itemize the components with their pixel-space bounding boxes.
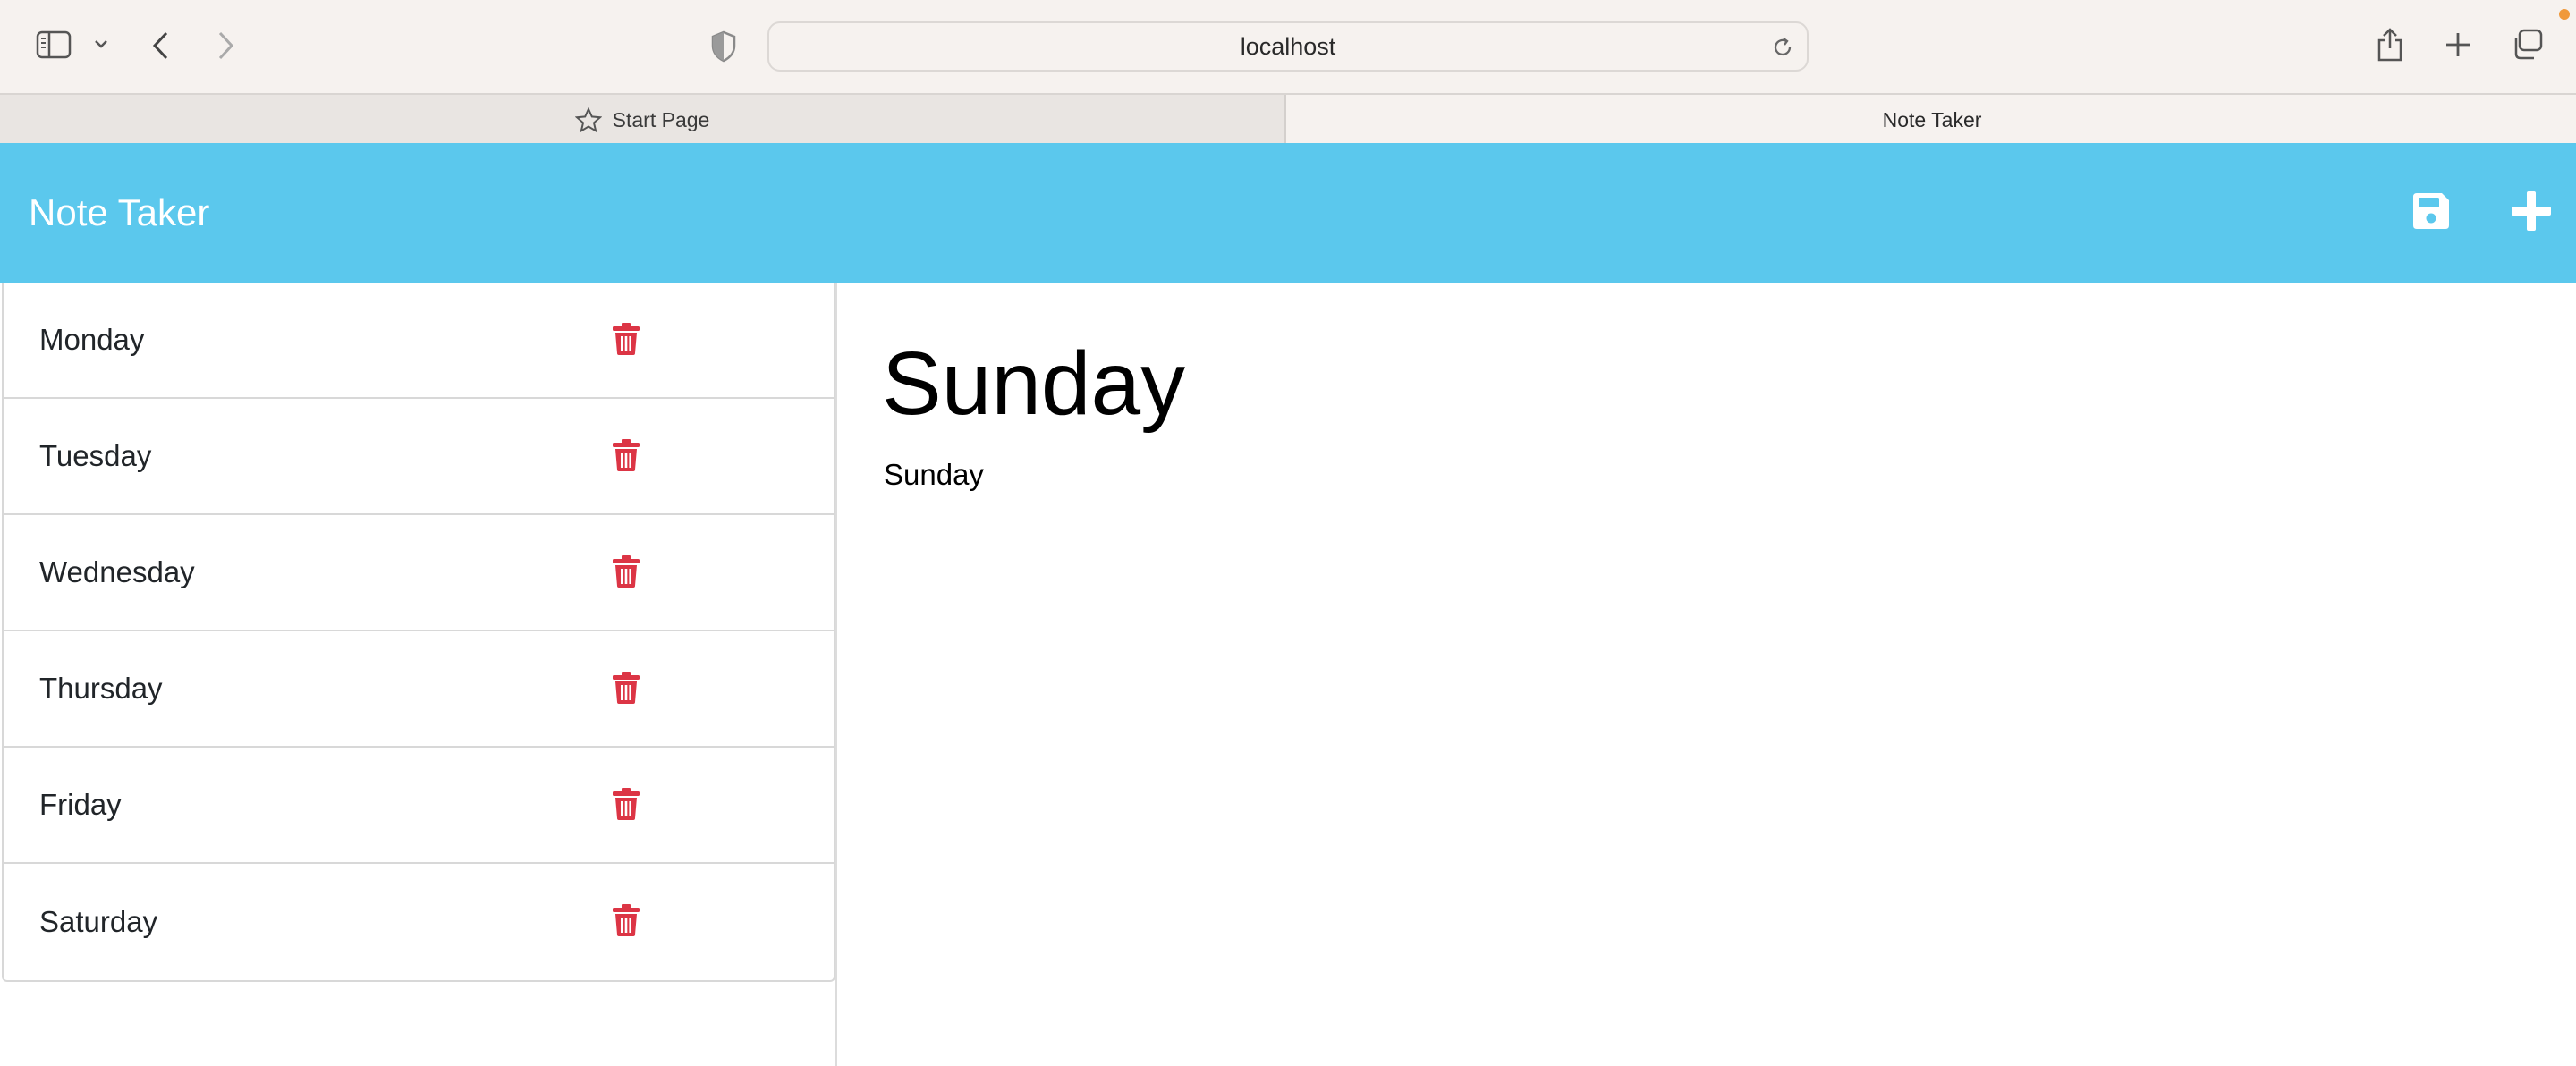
app-navbar: Note Taker [0, 143, 2576, 283]
delete-note-button[interactable] [612, 438, 640, 477]
star-icon [574, 107, 602, 132]
new-tab-plus-icon[interactable] [2444, 30, 2472, 59]
tab-label: Start Page [612, 107, 710, 131]
chevron-down-icon[interactable] [93, 38, 109, 50]
note-title-input[interactable]: Sunday [882, 333, 1185, 436]
trash-icon [613, 323, 640, 355]
list-item[interactable]: Saturday [4, 864, 834, 980]
tab-label: Note Taker [1882, 107, 1982, 131]
delete-note-button[interactable] [612, 903, 640, 942]
note-editor: Sunday Sunday [839, 283, 2576, 1066]
trash-icon [613, 788, 640, 820]
app-title[interactable]: Note Taker [29, 143, 209, 283]
note-text-area[interactable]: Sunday [884, 458, 984, 492]
note-list-panel: Monday Tuesday Wednesday Thursday Friday [0, 283, 837, 1066]
list-item[interactable]: Friday [4, 748, 834, 864]
list-item[interactable]: Monday [4, 283, 834, 399]
plus-icon [2510, 190, 2553, 237]
note-title[interactable]: Tuesday [39, 439, 151, 473]
note-title[interactable]: Friday [39, 788, 122, 822]
trash-icon [613, 439, 640, 471]
delete-note-button[interactable] [612, 322, 640, 360]
back-arrow-icon[interactable] [150, 30, 172, 61]
list-item[interactable]: Tuesday [4, 399, 834, 515]
trash-icon [613, 904, 640, 936]
address-bar-text: localhost [1240, 32, 1336, 60]
new-note-button[interactable] [2510, 143, 2553, 283]
browser-tab-bar: Start Page Note Taker [0, 93, 2576, 145]
tab-start-page[interactable]: Start Page [0, 95, 1286, 145]
tab-overview-icon[interactable] [2510, 29, 2544, 61]
notification-dot [2559, 9, 2570, 20]
delete-note-button[interactable] [612, 671, 640, 709]
share-icon[interactable] [2376, 27, 2404, 63]
note-title[interactable]: Saturday [39, 905, 157, 939]
note-title[interactable]: Thursday [39, 672, 163, 706]
address-bar[interactable]: localhost [767, 21, 1809, 72]
note-title[interactable]: Monday [39, 323, 144, 357]
note-title[interactable]: Wednesday [39, 555, 195, 589]
delete-note-button[interactable] [612, 554, 640, 593]
browser-toolbar: localhost [0, 0, 2576, 93]
privacy-shield-icon[interactable] [710, 30, 737, 63]
list-item[interactable]: Wednesday [4, 515, 834, 631]
note-list: Monday Tuesday Wednesday Thursday Friday [2, 283, 835, 982]
delete-note-button[interactable] [612, 787, 640, 825]
tab-note-taker[interactable]: Note Taker [1288, 95, 2576, 145]
save-icon [2410, 190, 2453, 237]
forward-arrow-icon[interactable] [215, 30, 236, 61]
sidebar-toggle-icon[interactable] [36, 30, 72, 59]
reload-icon[interactable] [1771, 36, 1794, 63]
trash-icon [613, 672, 640, 704]
list-item[interactable]: Thursday [4, 631, 834, 748]
trash-icon [613, 555, 640, 588]
save-note-button[interactable] [2410, 143, 2453, 283]
